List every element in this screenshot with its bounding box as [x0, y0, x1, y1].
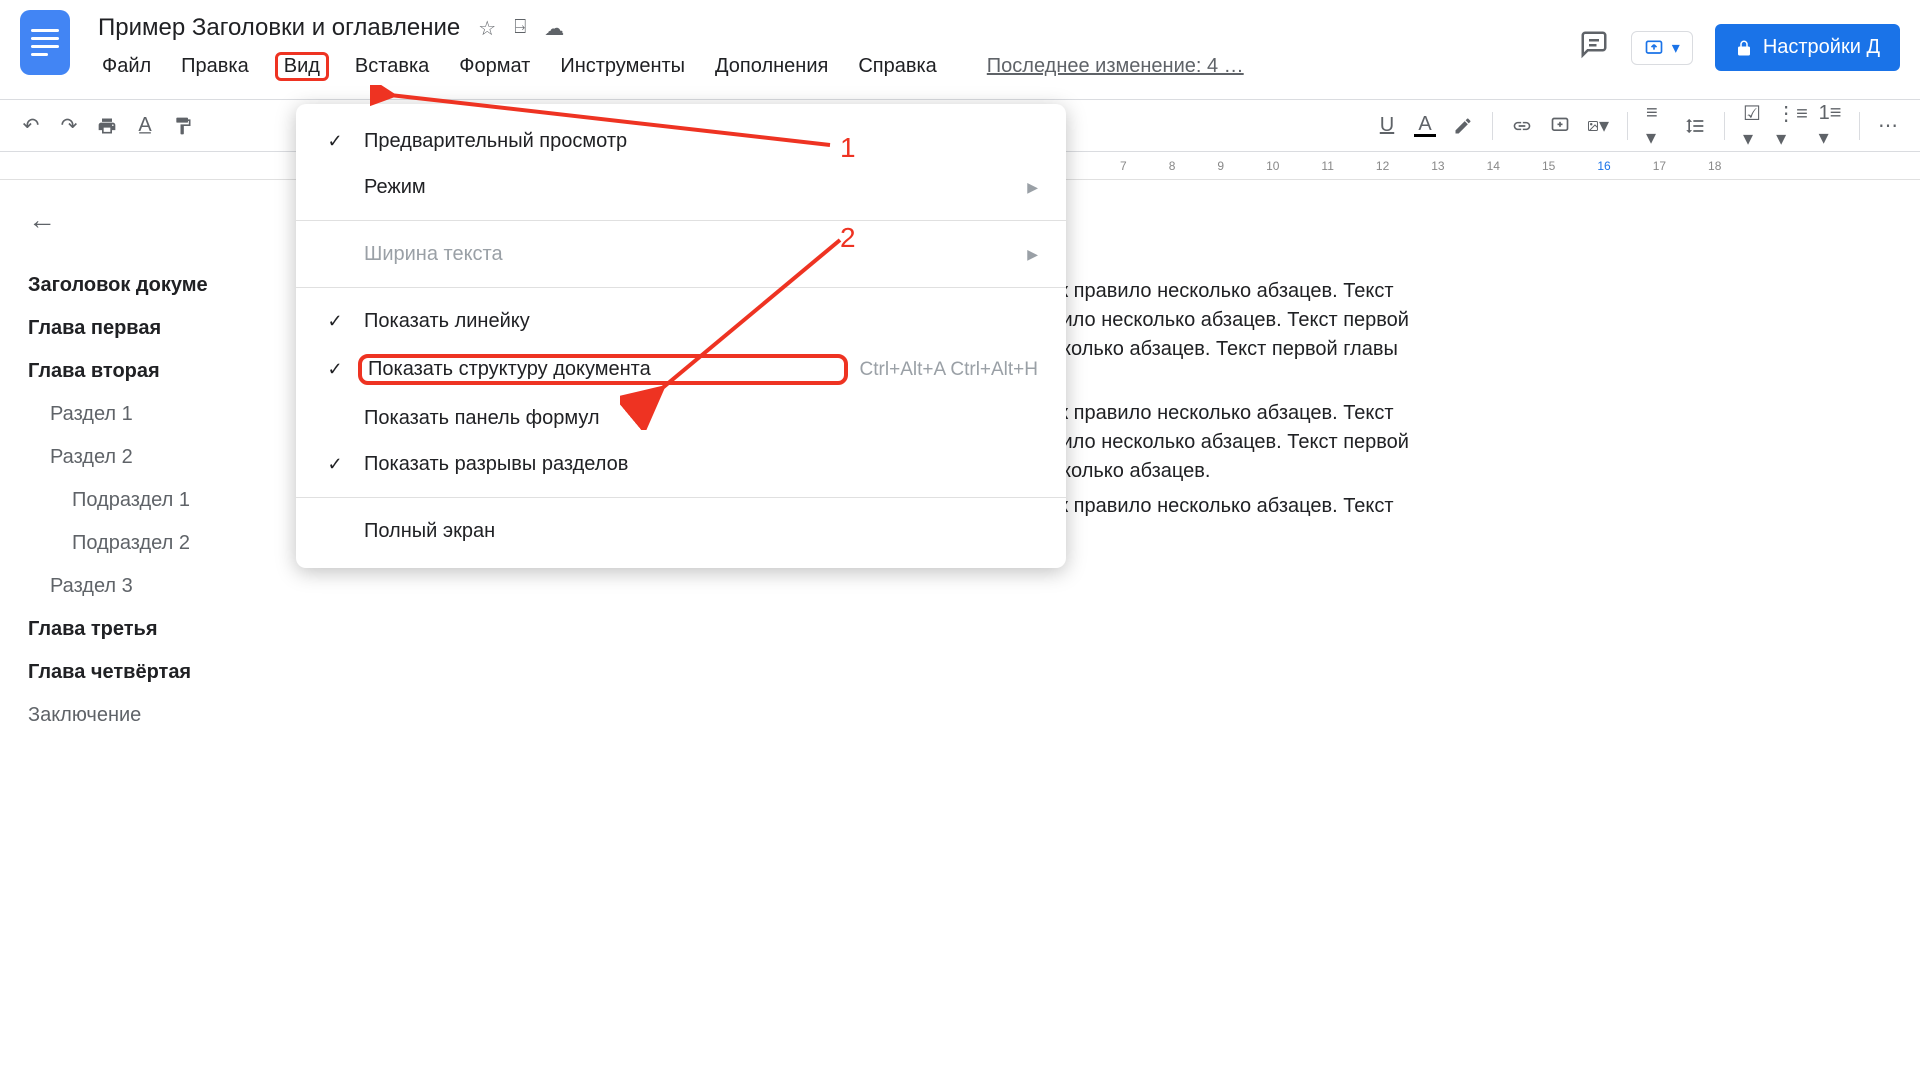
move-icon[interactable]: ⍈: [514, 16, 526, 41]
ruler-tick: 14: [1487, 159, 1500, 173]
ruler-tick: 17: [1653, 159, 1666, 173]
star-icon[interactable]: ☆: [478, 16, 496, 41]
comments-icon[interactable]: [1579, 29, 1609, 67]
menu-help[interactable]: Справка: [854, 53, 940, 80]
menu-edit[interactable]: Правка: [177, 53, 253, 80]
text-color-icon[interactable]: A: [1414, 115, 1436, 137]
paint-format-icon[interactable]: [172, 115, 194, 137]
redo-icon[interactable]: ↷: [58, 115, 80, 137]
view-menu-dropdown: ✓ Предварительный просмотр Режим ▶ Ширин…: [296, 104, 1066, 568]
ruler-tick: 10: [1266, 159, 1279, 173]
highlight-icon[interactable]: [1452, 115, 1474, 137]
outline-item[interactable]: Глава третья: [28, 608, 272, 651]
outline-item[interactable]: Раздел 3: [28, 565, 272, 608]
outline-item[interactable]: Заголовок докуме: [28, 264, 272, 307]
outline-item[interactable]: Раздел 1: [28, 393, 272, 436]
align-icon[interactable]: ≡ ▾: [1646, 115, 1668, 137]
menubar: Файл Правка Вид Вставка Формат Инструмен…: [98, 52, 1579, 81]
comment-icon[interactable]: [1549, 115, 1571, 137]
link-icon[interactable]: [1511, 115, 1533, 137]
share-button[interactable]: Настройки Д: [1715, 24, 1900, 71]
submenu-arrow-icon: ▶: [1027, 179, 1038, 196]
menu-show-formula-bar[interactable]: Показать панель формул: [296, 395, 1066, 441]
menu-show-section-breaks[interactable]: ✓ Показать разрывы разделов: [296, 441, 1066, 487]
menu-fullscreen[interactable]: Полный экран: [296, 508, 1066, 554]
ruler-tick: 8: [1169, 159, 1176, 173]
submenu-arrow-icon: ▶: [1027, 246, 1038, 263]
menu-show-outline[interactable]: ✓ Показать структуру документа Ctrl+Alt+…: [296, 344, 1066, 395]
menu-preview[interactable]: ✓ Предварительный просмотр: [296, 118, 1066, 164]
checklist-icon[interactable]: ☑ ▾: [1743, 115, 1765, 137]
ruler-tick: 12: [1376, 159, 1389, 173]
ruler-tick: 9: [1217, 159, 1224, 173]
image-icon[interactable]: ▾: [1587, 115, 1609, 137]
underline-icon[interactable]: U: [1376, 115, 1398, 137]
app-header: Пример Заголовки и оглавление ☆ ⍈ ☁ Файл…: [0, 0, 1920, 100]
menu-tools[interactable]: Инструменты: [556, 53, 689, 80]
ruler-tick: 16: [1597, 159, 1610, 173]
menu-show-ruler[interactable]: ✓ Показать линейку: [296, 298, 1066, 344]
outline-item[interactable]: Глава первая: [28, 307, 272, 350]
ruler-tick: 15: [1542, 159, 1555, 173]
document-outline: ← Заголовок докумеГлава перваяГлава втор…: [0, 180, 300, 1080]
menu-mode[interactable]: Режим ▶: [296, 164, 1066, 210]
menu-view[interactable]: Вид: [275, 52, 329, 81]
docs-logo[interactable]: [20, 10, 70, 75]
present-button[interactable]: ▾: [1631, 31, 1693, 65]
outline-collapse-icon[interactable]: ←: [28, 204, 56, 236]
document-title[interactable]: Пример Заголовки и оглавление: [98, 14, 460, 42]
menu-shortcut: Ctrl+Alt+A Ctrl+Alt+H: [860, 359, 1038, 381]
menu-addons[interactable]: Дополнения: [711, 53, 832, 80]
check-icon: ✓: [324, 311, 346, 332]
menu-insert[interactable]: Вставка: [351, 53, 433, 80]
outline-item[interactable]: Заключение: [28, 694, 272, 737]
last-edit-link[interactable]: Последнее изменение: 4 …: [987, 55, 1244, 78]
menu-text-width: Ширина текста ▶: [296, 231, 1066, 277]
undo-icon[interactable]: ↶: [20, 115, 42, 137]
check-icon: ✓: [324, 359, 346, 380]
line-spacing-icon[interactable]: [1684, 115, 1706, 137]
more-icon[interactable]: ⋯: [1878, 115, 1900, 137]
ruler-tick: 18: [1708, 159, 1721, 173]
numbered-list-icon[interactable]: 1≡ ▾: [1819, 115, 1841, 137]
check-icon: ✓: [324, 131, 346, 152]
outline-item[interactable]: Раздел 2: [28, 436, 272, 479]
menu-format[interactable]: Формат: [455, 53, 534, 80]
check-icon: ✓: [324, 454, 346, 475]
spellcheck-icon[interactable]: A̲: [134, 115, 156, 137]
print-icon[interactable]: [96, 115, 118, 137]
ruler-tick: 13: [1431, 159, 1444, 173]
outline-item[interactable]: Подраздел 1: [28, 479, 272, 522]
cloud-status-icon[interactable]: ☁: [544, 16, 564, 41]
outline-item[interactable]: Глава вторая: [28, 350, 272, 393]
ruler-tick: 11: [1321, 159, 1333, 173]
menu-file[interactable]: Файл: [98, 53, 155, 80]
share-button-label: Настройки Д: [1763, 36, 1880, 59]
ruler-tick: 7: [1120, 159, 1127, 173]
outline-item[interactable]: Подраздел 2: [28, 522, 272, 565]
bulleted-list-icon[interactable]: ⋮≡ ▾: [1781, 115, 1803, 137]
outline-item[interactable]: Глава четвёртая: [28, 651, 272, 694]
